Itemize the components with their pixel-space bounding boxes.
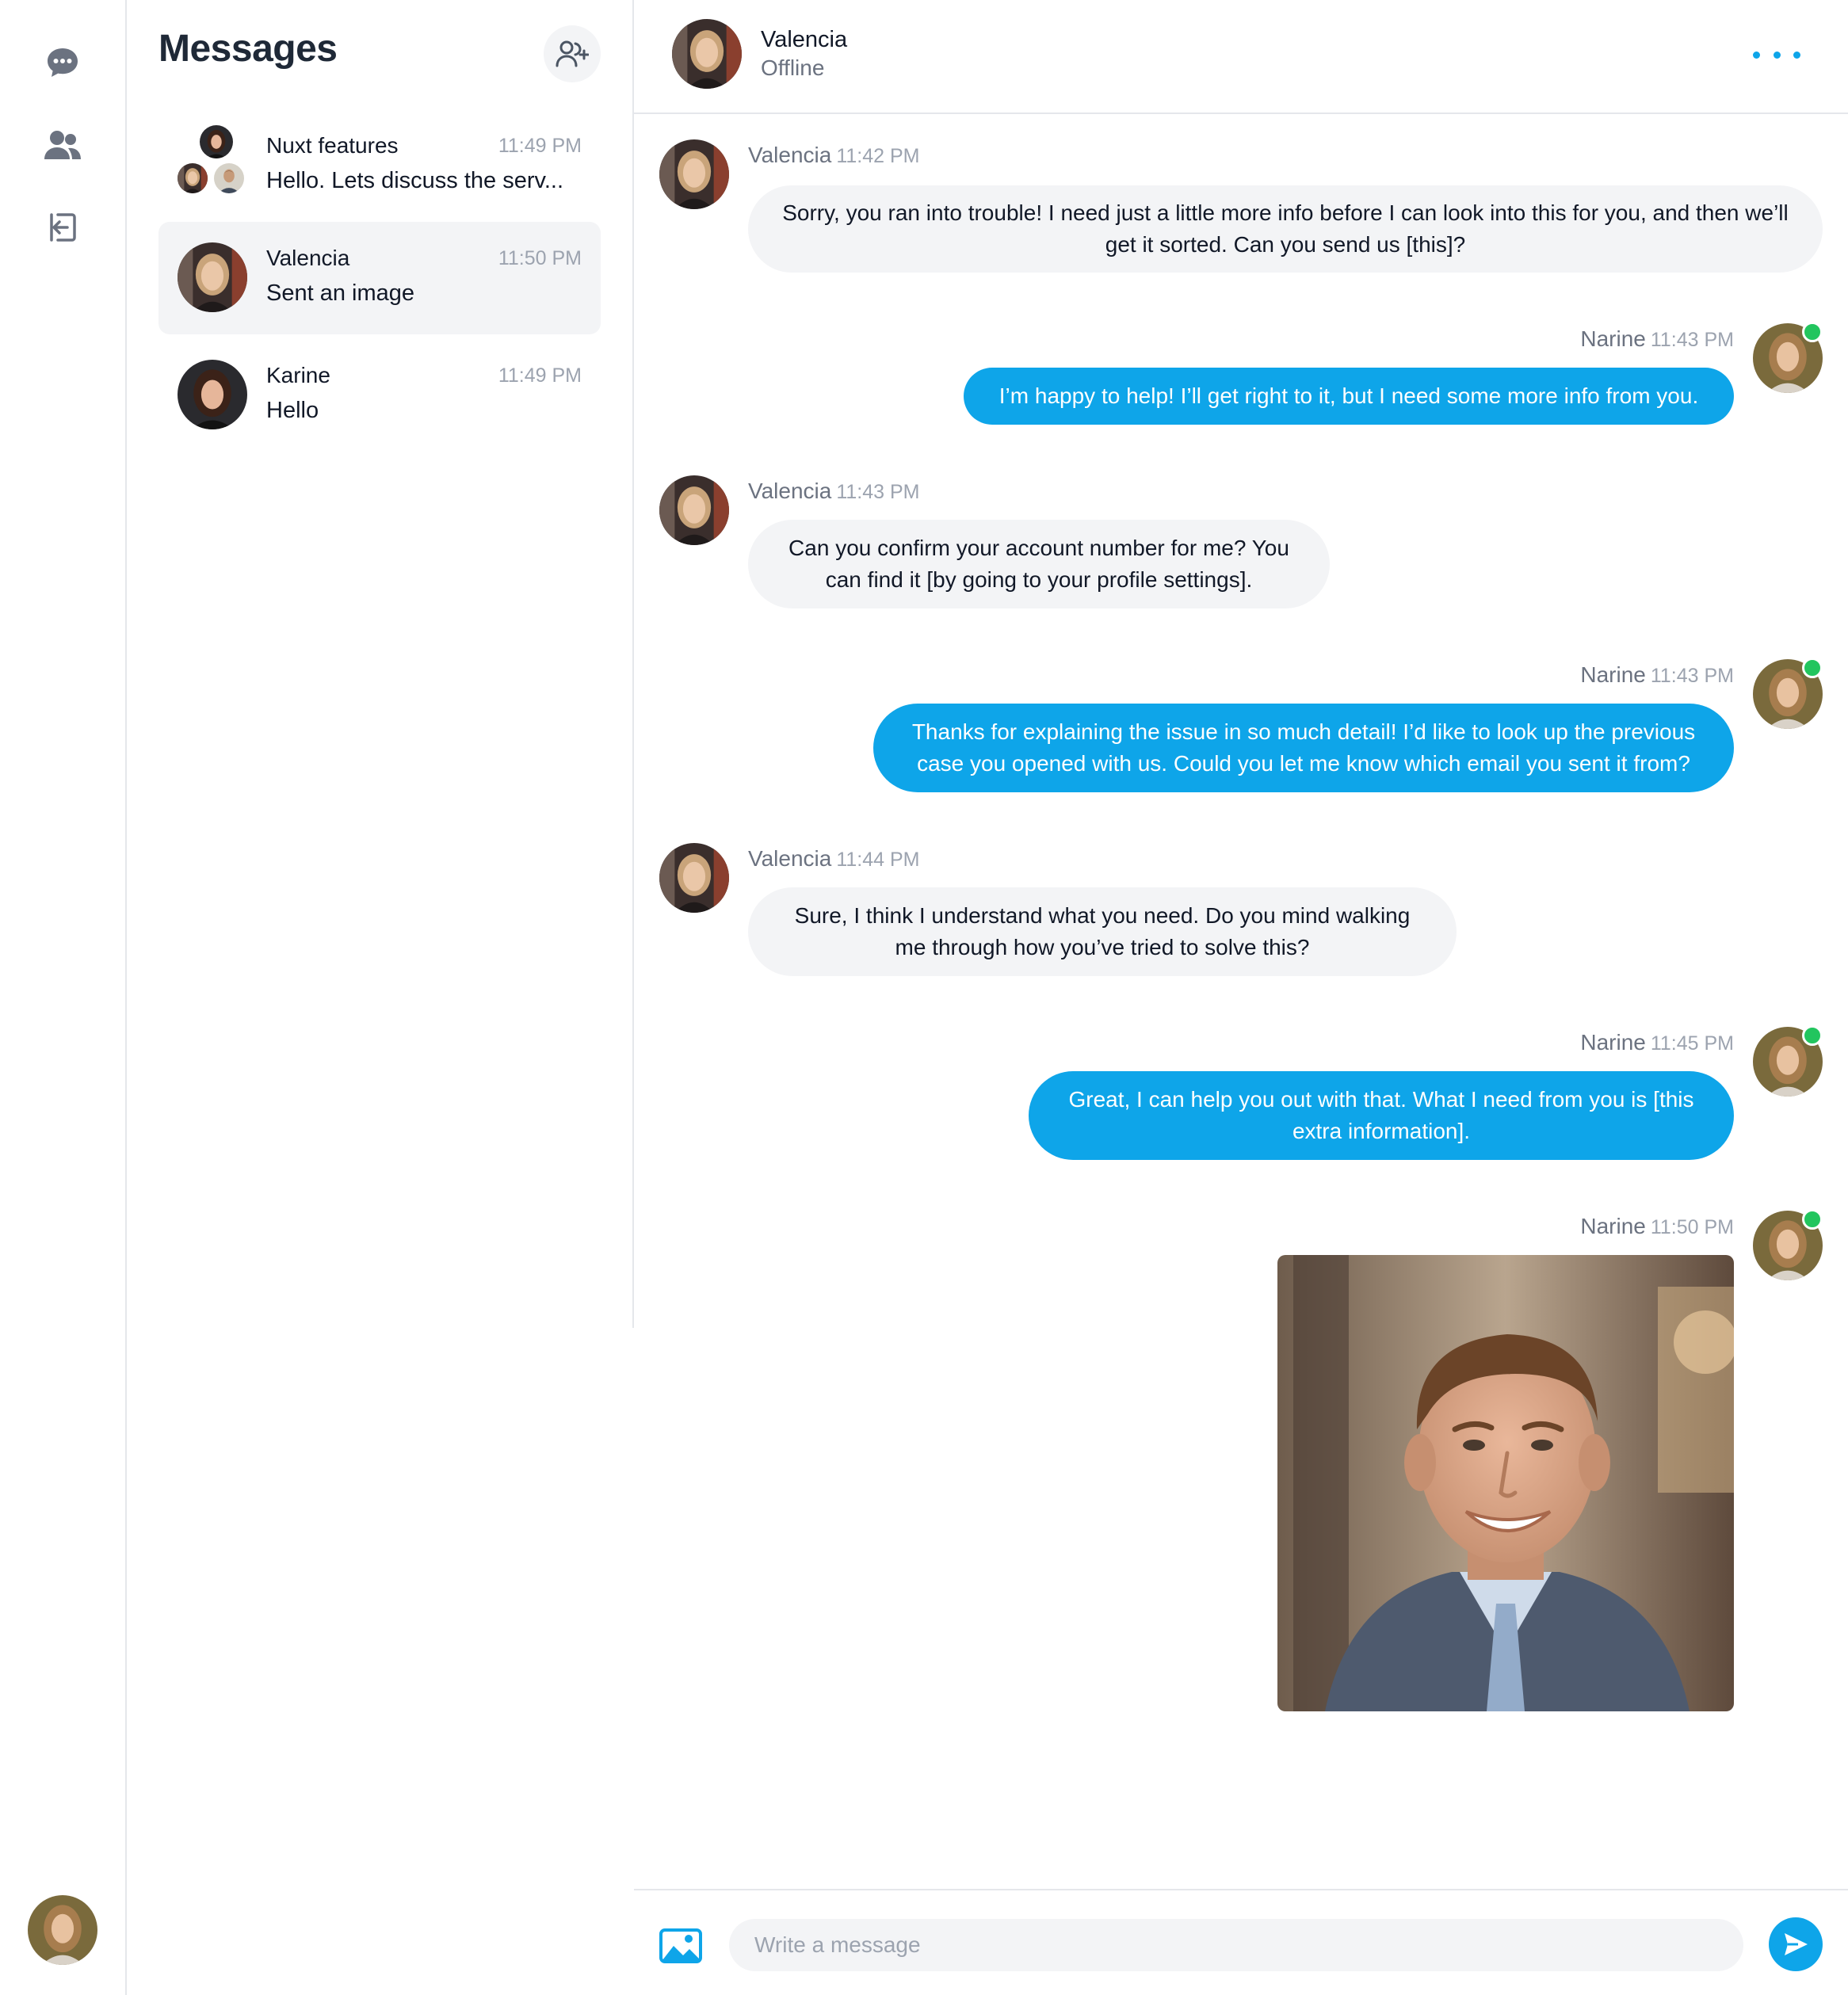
message-meta: Narine 11:43 PM — [1580, 326, 1734, 352]
message-bubble: Sorry, you ran into trouble! I need just… — [748, 185, 1823, 273]
message-image[interactable] — [1277, 1255, 1734, 1711]
online-indicator — [1802, 322, 1823, 342]
online-indicator — [1802, 1025, 1823, 1046]
contact-avatar[interactable] — [672, 19, 742, 89]
nav-rail — [0, 0, 127, 1995]
group-avatar — [198, 124, 235, 160]
contact-name: Valencia — [761, 27, 848, 52]
conversation-item[interactable]: Valencia 11:50 PM Sent an image — [158, 222, 601, 334]
message-meta: Narine 11:45 PM — [1580, 1030, 1734, 1055]
sender-name: Valencia — [748, 846, 832, 871]
user-plus-icon — [556, 40, 589, 67]
users-icon[interactable] — [40, 122, 86, 168]
sender-name: Valencia — [748, 143, 832, 167]
conversation-time: 11:50 PM — [498, 247, 582, 269]
conversation-time: 11:49 PM — [498, 135, 582, 157]
sender-avatar — [659, 139, 729, 209]
sender-avatar — [659, 843, 729, 913]
send-button[interactable] — [1769, 1917, 1823, 1971]
add-contact-button[interactable] — [544, 25, 601, 82]
conversation-preview: Hello — [266, 398, 319, 423]
message-bubble: I’m happy to help! I’ll get right to it,… — [964, 368, 1734, 425]
message-bubble: Thanks for explaining the issue in so mu… — [873, 704, 1734, 792]
logout-icon[interactable] — [40, 204, 86, 250]
avatar — [178, 360, 247, 429]
message-meta: Valencia 11:42 PM — [748, 143, 919, 168]
sender-name: Narine — [1580, 326, 1646, 351]
sender-name: Valencia — [748, 479, 832, 503]
message-meta: Valencia 11:44 PM — [748, 846, 919, 872]
more-options-icon[interactable] — [1753, 43, 1800, 67]
page-title: Messages — [158, 28, 338, 70]
group-avatar — [176, 162, 209, 195]
chat-icon[interactable] — [40, 40, 86, 86]
current-user-avatar[interactable] — [28, 1895, 97, 1965]
send-icon — [1785, 1933, 1808, 1955]
message-time: 11:43 PM — [1650, 665, 1734, 687]
message-meta: Valencia 11:43 PM — [748, 479, 919, 504]
conversation-time: 11:49 PM — [498, 364, 582, 387]
online-indicator — [1802, 658, 1823, 678]
conversation-preview: Hello. Lets discuss the serv... — [266, 168, 564, 193]
sender-name: Narine — [1580, 1030, 1646, 1055]
image-upload-icon[interactable] — [659, 1928, 702, 1963]
conversation-item[interactable]: Karine 11:49 PM Hello — [158, 339, 601, 452]
conversation-name: Valencia — [266, 246, 350, 270]
message-meta: Narine 11:50 PM — [1580, 1214, 1734, 1239]
conversation-preview: Sent an image — [266, 280, 415, 306]
sender-name: Narine — [1580, 1214, 1646, 1238]
avatar — [178, 242, 247, 312]
conversation-name: Karine — [266, 363, 330, 387]
sender-avatar — [659, 475, 729, 545]
message-time: 11:45 PM — [1650, 1032, 1734, 1055]
group-avatar — [212, 162, 246, 195]
contact-status: Offline — [761, 55, 825, 80]
conversation-item[interactable]: Nuxt features 11:49 PM Hello. Lets discu… — [158, 109, 601, 222]
message-bubble: Sure, I think I understand what you need… — [748, 887, 1457, 976]
conversation-list: Messages Nuxt features 11:49 PM Hello. L… — [127, 0, 634, 1328]
message-time: 11:44 PM — [836, 849, 920, 871]
message-time: 11:42 PM — [836, 145, 920, 167]
message-bubble: Can you confirm your account number for … — [748, 520, 1330, 608]
message-time: 11:43 PM — [1650, 329, 1734, 351]
message-bubble: Great, I can help you out with that. Wha… — [1029, 1071, 1734, 1160]
online-indicator — [1802, 1209, 1823, 1230]
chat-header: Valencia Offline — [634, 0, 1848, 114]
message-time: 11:43 PM — [836, 481, 920, 503]
message-input[interactable] — [729, 1919, 1743, 1971]
message-meta: Narine 11:43 PM — [1580, 662, 1734, 688]
message-composer — [634, 1889, 1848, 1995]
message-time: 11:50 PM — [1650, 1216, 1734, 1238]
conversation-name: Nuxt features — [266, 133, 399, 158]
sender-name: Narine — [1580, 662, 1646, 687]
